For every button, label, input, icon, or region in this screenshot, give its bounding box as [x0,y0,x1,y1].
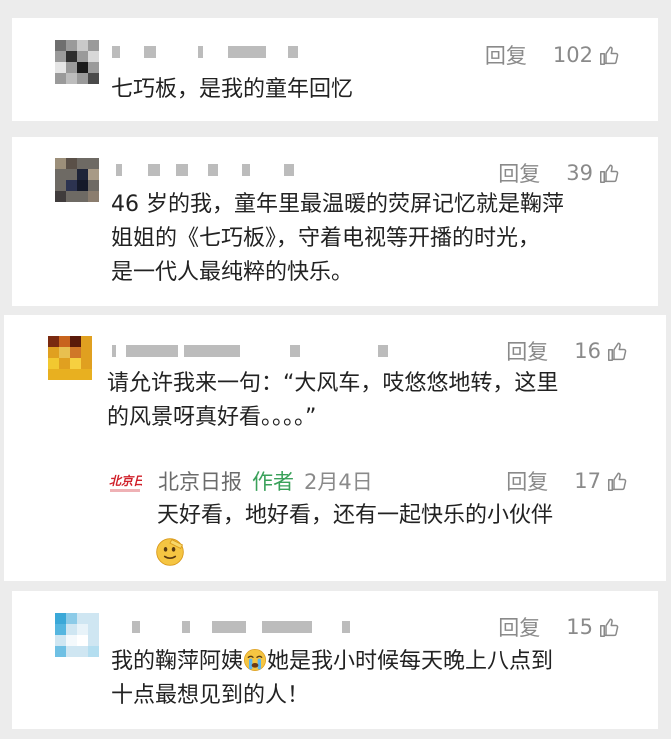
author-badge: 作者 [252,470,294,494]
like-count: 15 [566,615,593,639]
comment-actions: 回复 15 [498,612,620,642]
thumbs-up-icon[interactable] [607,341,628,362]
comment-text: 46 岁的我，童年里最温暖的荧屏记忆就是鞠萍 姐姐的《七巧板》，守着电视等开播的… [111,192,564,285]
comment-actions: 回复 16 [506,336,628,366]
comment-text: 七巧板，是我的童年回忆 [111,77,354,102]
thumbs-up-icon[interactable] [599,45,620,66]
reply-button[interactable]: 回复 [498,612,540,642]
avatar[interactable] [48,336,92,380]
comment-text: 我的鞠萍阿姨 她是我小时候每天晚上八点到 十点最想见到的人！ [111,649,554,708]
author-name[interactable]: 北京日报 [158,470,242,494]
reply-button[interactable]: 回复 [485,40,527,70]
svg-text:北京日報: 北京日報 [109,474,142,488]
crying-face-emoji [244,649,267,671]
author-reply-meta: 北京日报 作者 2月4日 [158,466,373,496]
reply-button[interactable]: 回复 [506,466,548,496]
like-count: 39 [566,161,593,185]
username-redacted [112,164,332,176]
reply-button[interactable]: 回复 [498,158,540,188]
thumbs-up-icon[interactable] [599,617,620,638]
comment-actions: 回复 102 [485,40,620,70]
beijing-daily-logo[interactable]: 北京日報 [108,470,142,498]
avatar[interactable] [55,158,99,202]
reply-date: 2月4日 [304,470,373,494]
avatar[interactable] [55,40,99,84]
avatar[interactable] [55,613,99,657]
like-count: 16 [574,339,601,363]
author-reply-actions: 回复 17 [506,466,628,496]
like-count: 17 [574,469,601,493]
comment-card: 回复 39 46 岁的我，童年里最温暖的荧屏记忆就是鞠萍 姐姐的《七巧板》，守着… [12,137,658,306]
comment-text: 请允许我来一句：“大风车，吱悠悠地转，这里 的风景呀真好看。。。。” [107,371,559,430]
comment-card: 回复 16 请允许我来一句：“大风车，吱悠悠地转，这里 的风景呀真好看。。。。”… [4,315,666,581]
comment-card: 回复 15 我的鞠萍阿姨 她是我小时候每天晚上八点到 十点最想见到的人！ [12,591,658,729]
author-reply-text: 天好看，地好看，还有一起快乐的小伙伴 [157,503,554,528]
reply-button[interactable]: 回复 [506,336,548,366]
username-redacted [112,621,352,633]
like-count: 102 [552,43,593,67]
username-redacted [112,345,392,357]
thumbs-up-icon[interactable] [607,471,628,492]
comment-card: 回复 102 七巧板，是我的童年回忆 [12,18,658,121]
comment-actions: 回复 39 [498,158,620,188]
username-redacted [112,46,312,58]
thumbs-up-icon[interactable] [599,163,620,184]
saluting-face-emoji [156,538,184,566]
